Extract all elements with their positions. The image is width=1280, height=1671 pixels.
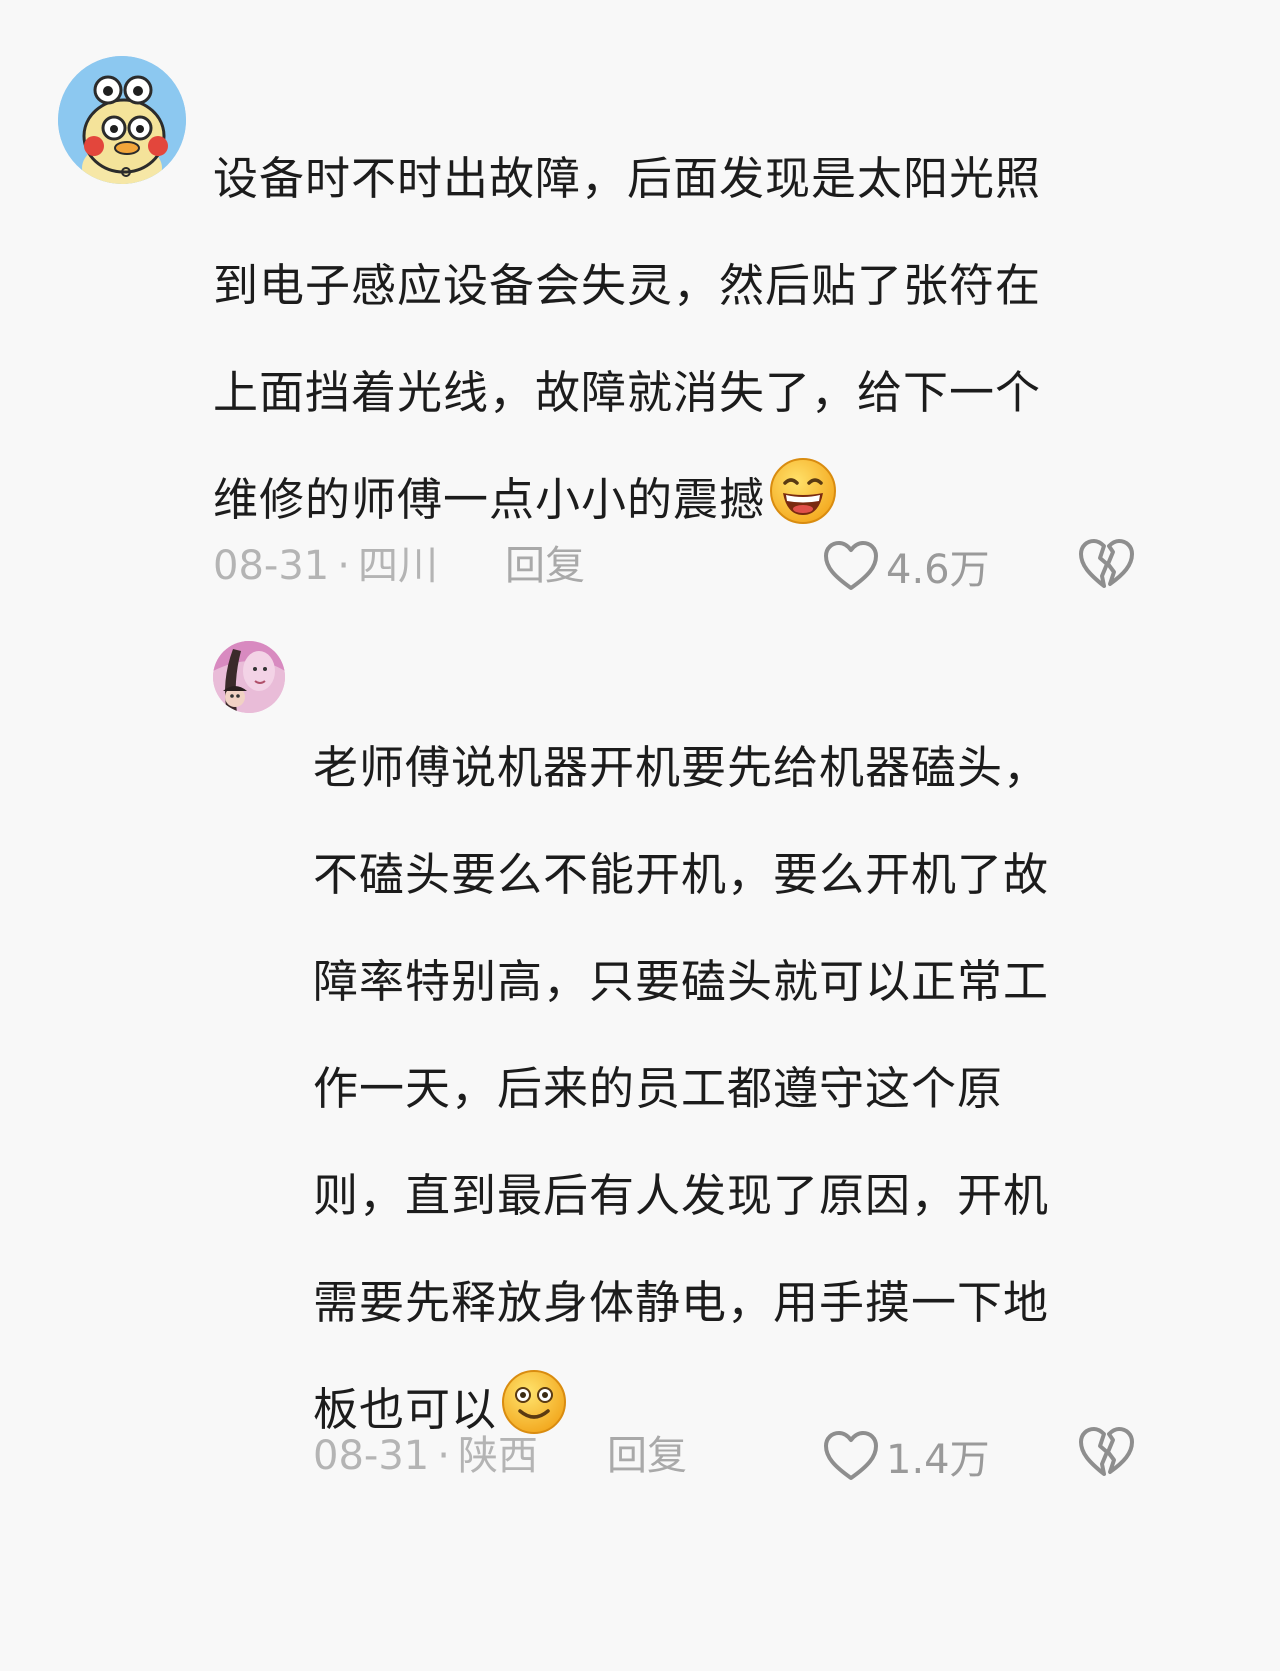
photo-avatar-icon xyxy=(213,641,285,713)
comment-meta: 08-31 · 四川 xyxy=(213,536,438,596)
like-count: 1.4万 xyxy=(886,1437,990,1483)
comment-line: 老师傅说机器开机要先给机器磕头， xyxy=(313,741,1050,794)
comment-line: 上面挡着光线，故障就消失了，给下一个 xyxy=(213,366,1042,419)
avatar[interactable] xyxy=(58,56,186,184)
comment-line: 需要先释放身体静电，用手摸一下地 xyxy=(313,1276,1050,1329)
comment-line: 则，直到最后有人发现了原因，开机 xyxy=(313,1169,1050,1222)
comment-line: 障率特别高，只要磕头就可以正常工 xyxy=(313,955,1050,1008)
like-button[interactable]: 1.4万 xyxy=(822,1426,990,1486)
comment-text: 设备时不时出故障，后面发现是太阳光照 到电子感应设备会失灵，然后贴了张符在 上面… xyxy=(213,125,1173,563)
avatar[interactable] xyxy=(213,641,285,713)
heart-icon xyxy=(824,541,878,590)
comment-date: 08-31 xyxy=(313,1433,430,1479)
comment-location: 四川 xyxy=(357,543,438,589)
comment-meta: 08-31 · 陕西 xyxy=(313,1426,538,1486)
comment-line-text: 维修的师傅一点小小的震撼 xyxy=(213,473,766,526)
reply-button[interactable]: 回复 xyxy=(607,1426,687,1486)
meta-separator: · xyxy=(337,543,350,589)
comment-text: 老师傅说机器开机要先给机器磕头， 不磕头要么不能开机，要么开机了故 障率特别高，… xyxy=(313,714,1173,1473)
meta-separator: · xyxy=(437,1433,450,1479)
reply-button[interactable]: 回复 xyxy=(505,536,585,596)
comment-location: 陕西 xyxy=(457,1433,538,1479)
comment-line: 设备时不时出故障，后面发现是太阳光照 xyxy=(213,152,1042,205)
like-count: 4.6万 xyxy=(886,547,990,593)
dislike-button[interactable] xyxy=(1077,1424,1137,1484)
comment-date: 08-31 xyxy=(213,543,330,589)
comment-line: 作一天，后来的员工都遵守这个原 xyxy=(313,1062,1004,1115)
comment-line: 不磕头要么不能开机，要么开机了故 xyxy=(313,848,1050,901)
comment-line: 到电子感应设备会失灵，然后贴了张符在 xyxy=(213,259,1042,312)
cartoon-avatar-icon xyxy=(58,56,186,184)
heart-icon xyxy=(824,1431,878,1480)
broken-heart-icon xyxy=(1079,1427,1134,1476)
dislike-button[interactable] xyxy=(1077,536,1137,596)
broken-heart-icon xyxy=(1079,539,1134,588)
like-button[interactable]: 4.6万 xyxy=(822,536,990,596)
